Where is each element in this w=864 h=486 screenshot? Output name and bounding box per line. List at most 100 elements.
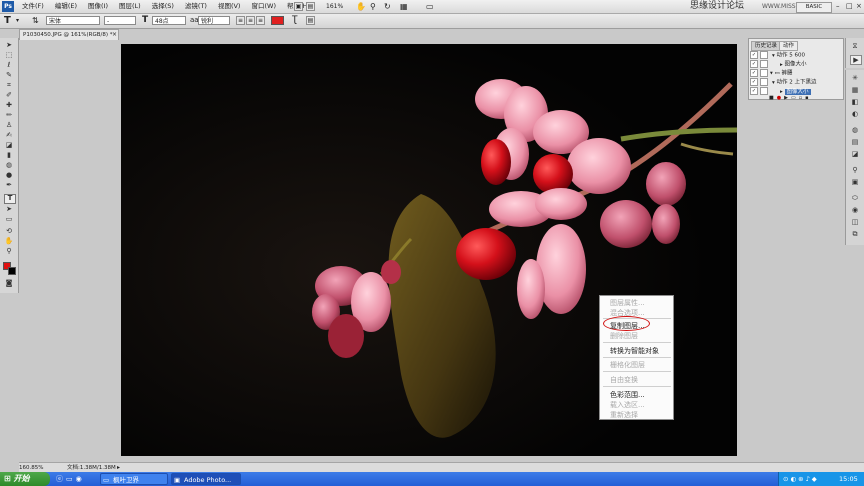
brush-tool-icon[interactable]: ✏ xyxy=(4,112,14,119)
maximize-button[interactable]: □ xyxy=(846,2,853,11)
quick-select-tool-icon[interactable]: ✎ xyxy=(4,72,14,79)
menu-layer[interactable]: 图层(L) xyxy=(119,0,141,13)
healing-brush-tool-icon[interactable]: ✚ xyxy=(4,102,14,109)
toggle-check-icon[interactable]: ✓ xyxy=(750,60,758,68)
zoom-tool-icon[interactable]: ⚲ xyxy=(4,248,14,255)
expand-icon[interactable]: ▸ xyxy=(780,89,783,95)
clone-stamp-tool-icon[interactable]: ♙ xyxy=(4,122,14,129)
menu-item-convert-smart-object[interactable]: 转换为智能对象 xyxy=(610,346,659,356)
dialog-toggle-icon[interactable] xyxy=(760,78,768,86)
tool-preset-dropdown-icon[interactable]: ▾ xyxy=(16,17,19,24)
task-folder[interactable]: ▭ 枫叶卫界 xyxy=(100,473,168,485)
text-tool-icon[interactable]: T xyxy=(4,15,11,27)
toggle-check-icon[interactable]: ✓ xyxy=(750,51,758,59)
play-icon[interactable]: ▶ xyxy=(784,95,791,101)
action-row[interactable]: ✓ ▾ 动作 5 600 xyxy=(750,51,842,59)
character-panel-icon[interactable]: ▤ xyxy=(306,16,315,25)
eraser-tool-icon[interactable]: ◪ xyxy=(4,142,14,149)
toggle-check-icon[interactable]: ✓ xyxy=(750,69,758,77)
font-style-select[interactable]: - xyxy=(104,16,136,25)
menu-item-delete-layer[interactable]: 删除图层 xyxy=(610,331,638,341)
gradient-tool-icon[interactable]: ▮ xyxy=(4,152,14,159)
menu-filter[interactable]: 滤镜(T) xyxy=(185,0,207,13)
paths-panel-icon[interactable]: ⚲ xyxy=(850,166,860,174)
menu-item-layer-properties[interactable]: 图层属性... xyxy=(610,298,645,308)
menu-edit[interactable]: 编辑(E) xyxy=(55,0,77,13)
channels-panel-icon[interactable]: ◪ xyxy=(850,150,860,158)
font-family-select[interactable]: 宋体 xyxy=(46,16,100,25)
start-button[interactable]: ⊞ 开始 xyxy=(0,472,50,486)
background-color-swatch[interactable] xyxy=(8,267,16,275)
menu-view[interactable]: 视图(V) xyxy=(218,0,241,13)
dialog-toggle-icon[interactable] xyxy=(760,51,768,59)
stop-icon[interactable]: ■ xyxy=(769,95,777,101)
tab-actions[interactable]: 动作 xyxy=(779,41,799,51)
menu-window[interactable]: 窗口(W) xyxy=(251,0,276,13)
navigator-panel-icon[interactable]: ⧉ xyxy=(850,230,860,238)
menu-item-color-range[interactable]: 色彩范围... xyxy=(610,390,645,400)
color-panel-icon[interactable]: ✳ xyxy=(850,74,860,82)
new-set-icon[interactable]: ▭ xyxy=(791,95,799,101)
menu-file[interactable]: 文件(F) xyxy=(22,0,44,13)
record-icon[interactable]: ● xyxy=(777,95,784,101)
menu-item-load-selection[interactable]: 载入选区... xyxy=(610,400,645,410)
pen-tool-icon[interactable]: ✒ xyxy=(4,182,14,189)
shape-tool-icon[interactable]: ▭ xyxy=(4,216,14,223)
align-center-icon[interactable]: ≡ xyxy=(246,16,255,25)
menu-item-duplicate-layer[interactable]: 复制图层... xyxy=(610,321,645,331)
action-row[interactable]: ✓ ▾ 动作 2 上下黑边 xyxy=(750,78,842,86)
toggle-check-icon[interactable]: ✓ xyxy=(750,87,758,95)
workspace-switcher[interactable]: BASIC xyxy=(796,2,832,13)
zoom-tool-icon[interactable]: ⚲ xyxy=(370,2,376,11)
info-panel-icon[interactable]: ◫ xyxy=(850,218,860,226)
hand-tool-icon[interactable]: ✋ xyxy=(356,2,366,11)
arrange-documents-icon[interactable]: ▦ xyxy=(400,2,408,11)
3d-rotate-tool-icon[interactable]: ⟲ xyxy=(4,228,14,235)
dialog-toggle-icon[interactable] xyxy=(760,87,768,95)
task-photoshop[interactable]: ▣ Adobe Photo... xyxy=(171,473,241,485)
styles-panel-icon[interactable]: ◧ xyxy=(850,98,860,106)
document-tab[interactable]: P1030450.JPG @ 161%(RGB/8) * xyxy=(19,29,119,40)
toggle-check-icon[interactable]: ✓ xyxy=(750,78,758,86)
bridge-icon[interactable]: ▣ xyxy=(294,2,303,11)
eyedropper-tool-icon[interactable]: ✐ xyxy=(4,92,14,99)
history-panel-icon[interactable]: ⧖ xyxy=(850,42,860,50)
actions-panel-icon[interactable]: ▶ xyxy=(850,55,862,65)
3d-panel-icon[interactable]: ⬭ xyxy=(850,194,860,202)
align-left-icon[interactable]: ≡ xyxy=(236,16,245,25)
document-close-icon[interactable]: × xyxy=(112,31,117,38)
action-row-selected[interactable]: ✓ ▸ 图像大小 xyxy=(750,87,842,95)
adjustments-panel-icon[interactable]: ◐ xyxy=(850,110,860,118)
menu-image[interactable]: 图像(I) xyxy=(88,0,108,13)
warp-text-icon[interactable]: Ʈ xyxy=(292,15,298,25)
character-panel-icon[interactable]: ▣ xyxy=(850,178,860,186)
expand-icon[interactable]: ▾ xyxy=(772,80,775,86)
expand-icon[interactable]: ▾ xyxy=(772,53,775,59)
type-tool-icon[interactable]: T xyxy=(4,194,16,204)
animation-panel-icon[interactable]: ◉ xyxy=(850,206,860,214)
layers-panel-icon[interactable]: ▤ xyxy=(850,138,860,146)
menu-item-free-transform[interactable]: 自由变换 xyxy=(610,375,638,385)
swatches-panel-icon[interactable]: ▦ xyxy=(850,86,860,94)
antialias-select[interactable]: 锐利 xyxy=(198,16,230,25)
font-size-select[interactable]: 48点 xyxy=(152,16,186,25)
dodge-tool-icon[interactable]: ● xyxy=(4,172,14,179)
ie-icon[interactable]: ⓔ xyxy=(56,475,66,483)
hand-tool-icon[interactable]: ✋ xyxy=(4,238,14,245)
menu-item-reselect[interactable]: 重新选择 xyxy=(610,410,638,420)
mini-bridge-icon[interactable]: ▤ xyxy=(306,2,315,11)
close-button[interactable]: × xyxy=(856,2,862,11)
marquee-tool-icon[interactable]: ⬚ xyxy=(4,52,14,59)
path-select-tool-icon[interactable]: ➤ xyxy=(4,206,14,213)
action-row[interactable]: ✓ ▸ 图像大小 xyxy=(750,60,842,68)
move-tool-icon[interactable]: ➤ xyxy=(4,42,14,49)
action-row[interactable]: ✓ ▾ ▭ 裤腰 xyxy=(750,69,842,77)
menu-select[interactable]: 选择(S) xyxy=(152,0,174,13)
media-icon[interactable]: ◉ xyxy=(76,475,85,483)
menu-item-rasterize-layer[interactable]: 栅格化图层 xyxy=(610,360,645,370)
masks-panel-icon[interactable]: ◍ xyxy=(850,126,860,134)
minimize-button[interactable]: – xyxy=(836,2,840,11)
tray-icons[interactable]: ⊙◐⊛♪◆ xyxy=(783,472,819,486)
quick-mask-icon[interactable]: ◙ xyxy=(4,280,14,287)
align-right-icon[interactable]: ≡ xyxy=(256,16,265,25)
